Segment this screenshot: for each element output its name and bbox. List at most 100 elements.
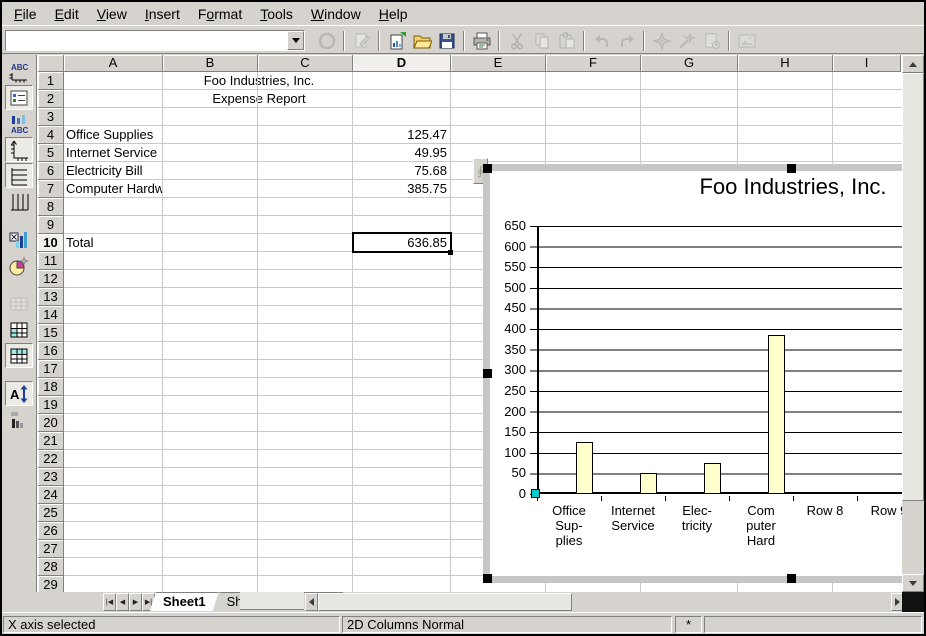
toolbar-separator bbox=[728, 31, 730, 51]
scroll-left-button[interactable] bbox=[305, 593, 318, 611]
column-header-H[interactable]: H bbox=[738, 55, 833, 72]
column-header-A[interactable]: A bbox=[64, 55, 163, 72]
column-header-G[interactable]: G bbox=[641, 55, 738, 72]
axes-onoff-button[interactable] bbox=[5, 137, 33, 162]
chart-bar[interactable] bbox=[640, 473, 657, 494]
open-button[interactable] bbox=[409, 30, 434, 53]
horizontal-grid-button[interactable] bbox=[5, 163, 33, 188]
new-document-button[interactable] bbox=[384, 30, 409, 53]
prev-sheet-button[interactable]: ◀ bbox=[116, 593, 129, 611]
scale-text-button[interactable] bbox=[5, 381, 33, 406]
first-sheet-button[interactable]: |◀ bbox=[103, 593, 116, 611]
row-header-21[interactable]: 21 bbox=[38, 432, 64, 450]
resize-handle-top-center[interactable] bbox=[787, 164, 796, 173]
resize-handle-bottom-center[interactable] bbox=[787, 574, 796, 583]
chart-object[interactable]: Foo Industries, Inc. 6506005505004504003… bbox=[483, 164, 902, 583]
chart-bar[interactable] bbox=[704, 463, 721, 494]
reorganize-chart-button[interactable] bbox=[5, 407, 33, 432]
column-header-F[interactable]: F bbox=[546, 55, 641, 72]
row-header-25[interactable]: 25 bbox=[38, 504, 64, 522]
row-header-24[interactable]: 24 bbox=[38, 486, 64, 504]
row-header-1[interactable]: 1 bbox=[38, 72, 64, 90]
column-header-B[interactable]: B bbox=[163, 55, 258, 72]
chart-bar[interactable] bbox=[768, 335, 785, 494]
print-button[interactable] bbox=[469, 30, 494, 53]
selected-cell-border[interactable] bbox=[352, 232, 452, 253]
horizontal-scrollbar-thumb[interactable] bbox=[318, 593, 572, 611]
row-header-8[interactable]: 8 bbox=[38, 198, 64, 216]
edit-document-icon bbox=[352, 31, 372, 51]
resize-handle-top-left[interactable] bbox=[483, 164, 492, 173]
vertical-scrollbar[interactable] bbox=[902, 55, 924, 592]
menu-item-file[interactable]: File bbox=[6, 3, 45, 25]
row-header-10[interactable]: 10 bbox=[38, 234, 64, 252]
row-header-7[interactable]: 7 bbox=[38, 180, 64, 198]
row-header-17[interactable]: 17 bbox=[38, 360, 64, 378]
fill-handle[interactable] bbox=[448, 250, 453, 255]
url-input[interactable] bbox=[6, 31, 287, 50]
menu-item-edit[interactable]: Edit bbox=[47, 3, 87, 25]
row-header-15[interactable]: 15 bbox=[38, 324, 64, 342]
row-header-29[interactable]: 29 bbox=[38, 576, 64, 592]
row-header-9[interactable]: 9 bbox=[38, 216, 64, 234]
row-header-14[interactable]: 14 bbox=[38, 306, 64, 324]
row-header-12[interactable]: 12 bbox=[38, 270, 64, 288]
toolbar-separator bbox=[378, 31, 380, 51]
row-header-13[interactable]: 13 bbox=[38, 288, 64, 306]
chart-bar[interactable] bbox=[576, 442, 593, 494]
x-axis-selection-handle[interactable] bbox=[531, 489, 540, 498]
row-header-6[interactable]: 6 bbox=[38, 162, 64, 180]
resize-handle-mid-left[interactable] bbox=[483, 369, 492, 378]
titles-onoff-button[interactable] bbox=[5, 59, 33, 84]
horizontal-scrollbar[interactable] bbox=[305, 593, 904, 611]
paste-button bbox=[554, 30, 579, 53]
column-header-C[interactable]: C bbox=[258, 55, 353, 72]
vertical-scrollbar-thumb[interactable] bbox=[902, 73, 924, 501]
row-header-22[interactable]: 22 bbox=[38, 450, 64, 468]
row-header-11[interactable]: 11 bbox=[38, 252, 64, 270]
url-combobox[interactable] bbox=[5, 30, 305, 51]
menu-item-tools[interactable]: Tools bbox=[252, 3, 301, 25]
data-in-rows-button[interactable] bbox=[5, 317, 33, 342]
save-button[interactable] bbox=[434, 30, 459, 53]
data-in-columns-button[interactable] bbox=[5, 343, 33, 368]
scroll-down-button[interactable] bbox=[902, 574, 924, 592]
column-header-E[interactable]: E bbox=[451, 55, 546, 72]
beamer-button bbox=[674, 30, 699, 53]
row-header-28[interactable]: 28 bbox=[38, 558, 64, 576]
vertical-grid-button[interactable] bbox=[5, 189, 33, 214]
row-header-20[interactable]: 20 bbox=[38, 414, 64, 432]
resize-handle-bottom-left[interactable] bbox=[483, 574, 492, 583]
legend-onoff-button[interactable] bbox=[5, 85, 33, 110]
row-header-23[interactable]: 23 bbox=[38, 468, 64, 486]
y-axis-label: 400 bbox=[490, 321, 526, 337]
url-dropdown-button[interactable] bbox=[287, 31, 304, 50]
undo-icon bbox=[592, 31, 612, 51]
menu-item-window[interactable]: Window bbox=[303, 3, 369, 25]
cells-region[interactable]: 636.85Total385.75Computer Hardware75.68E… bbox=[64, 72, 902, 592]
row-header-18[interactable]: 18 bbox=[38, 378, 64, 396]
menu-item-help[interactable]: Help bbox=[371, 3, 416, 25]
column-header-I[interactable]: I bbox=[833, 55, 901, 72]
column-header-D[interactable]: D bbox=[353, 55, 451, 72]
menu-item-format[interactable]: Format bbox=[190, 3, 250, 25]
row-header-16[interactable]: 16 bbox=[38, 342, 64, 360]
scroll-up-button[interactable] bbox=[902, 55, 924, 73]
next-sheet-button[interactable]: ▶ bbox=[129, 593, 142, 611]
select-all-corner[interactable] bbox=[38, 55, 64, 72]
row-header-2[interactable]: 2 bbox=[38, 90, 64, 108]
chart-type-button[interactable] bbox=[5, 227, 33, 252]
row-header-4[interactable]: 4 bbox=[38, 126, 64, 144]
row-header-27[interactable]: 27 bbox=[38, 540, 64, 558]
autoformat-button[interactable] bbox=[5, 253, 33, 278]
menu-item-insert[interactable]: Insert bbox=[137, 3, 188, 25]
row-header-5[interactable]: 5 bbox=[38, 144, 64, 162]
row-header-19[interactable]: 19 bbox=[38, 396, 64, 414]
y-axis-label: 650 bbox=[490, 218, 526, 234]
menu-item-view[interactable]: View bbox=[89, 3, 135, 25]
axes-title-onoff-button[interactable] bbox=[5, 111, 33, 136]
reorganize-chart-icon bbox=[8, 409, 30, 431]
row-header-26[interactable]: 26 bbox=[38, 522, 64, 540]
sheet-tab-sheet1[interactable]: Sheet1 bbox=[150, 592, 219, 611]
row-header-3[interactable]: 3 bbox=[38, 108, 64, 126]
